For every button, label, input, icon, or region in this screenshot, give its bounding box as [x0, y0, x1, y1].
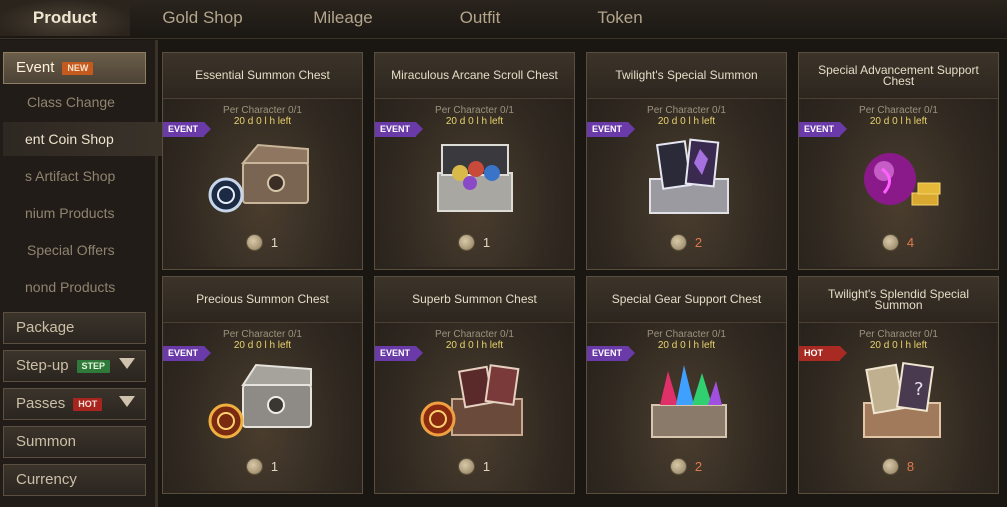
coin-icon [882, 459, 898, 475]
orb-gold-icon [864, 153, 941, 206]
product-title: Essential Summon Chest [163, 53, 362, 99]
price-value: 8 [906, 459, 915, 475]
sidebar-sub-diamond-products[interactable]: nond Products [3, 270, 175, 304]
chest-icon [208, 143, 309, 213]
purchase-limit: Per Character 0/1 [435, 329, 514, 340]
price-value: 1 [270, 459, 279, 475]
price: 1 [163, 458, 362, 475]
tab-mileage[interactable]: Mileage [283, 0, 403, 36]
sidebar-item-label: Passes [16, 395, 66, 412]
card-chest-icon: ? [863, 361, 941, 438]
purchase-limit: Per Character 0/1 [223, 105, 302, 116]
step-badge: STEP [76, 359, 111, 373]
product-grid: Essential Summon Chest Per Character 0/1… [162, 52, 1007, 507]
sidebar-item-event[interactable]: Event NEW [3, 52, 146, 84]
svg-text:?: ? [914, 379, 924, 400]
sidebar-item-label: Event [16, 59, 55, 76]
price: 2 [587, 458, 786, 475]
product-title: Special Gear Support Chest [587, 277, 786, 323]
sidebar-sub-class-change[interactable]: Class Change [3, 85, 177, 119]
purchase-limit: Per Character 0/1 [859, 105, 938, 116]
price-value: 1 [482, 235, 491, 251]
coin-icon [458, 459, 474, 475]
card-chest-icon [649, 138, 729, 214]
coin-icon [882, 235, 898, 251]
product-title: Miraculous Arcane Scroll Chest [375, 53, 574, 99]
chest-icon [208, 363, 312, 439]
sidebar: Event NEW Class Change ent Coin Shop s Ar… [0, 40, 175, 507]
price: 4 [799, 234, 998, 251]
product-title: Twilight's Splendid Special Summon [799, 277, 998, 323]
coin-icon [458, 235, 474, 251]
hot-badge: HOT [73, 397, 103, 411]
price: 2 [587, 234, 786, 251]
sidebar-item-label: Step-up [16, 357, 69, 374]
gem-chest-icon [651, 365, 727, 438]
price: 1 [163, 234, 362, 251]
purchase-limit: Per Character 0/1 [435, 105, 514, 116]
purchase-limit: Per Character 0/1 [647, 329, 726, 340]
product-card[interactable]: Superb Summon Chest Per Character 0/1 20… [374, 276, 575, 494]
price: 1 [375, 234, 574, 251]
product-card[interactable]: Essential Summon Chest Per Character 0/1… [162, 52, 363, 270]
tab-outfit[interactable]: Outfit [425, 0, 535, 36]
sidebar-item-package[interactable]: Package [3, 312, 146, 344]
purchase-limit: Per Character 0/1 [859, 329, 938, 340]
product-title: Superb Summon Chest [375, 277, 574, 323]
price: 1 [375, 458, 574, 475]
price-value: 2 [694, 459, 703, 475]
price-value: 2 [694, 235, 703, 251]
purchase-limit: Per Character 0/1 [647, 105, 726, 116]
product-card[interactable]: Special Advancement Support Chest Per Ch… [798, 52, 999, 270]
coin-icon [670, 459, 686, 475]
sidebar-sub-coin-shop[interactable]: ent Coin Shop [3, 122, 175, 156]
sidebar-sub-special-offers[interactable]: Special Offers [3, 233, 177, 267]
coin-icon [670, 235, 686, 251]
sidebar-item-summon[interactable]: Summon [3, 426, 146, 458]
coin-icon [246, 459, 262, 475]
product-title: Special Advancement Support Chest [799, 53, 998, 99]
sidebar-item-passes[interactable]: Passes HOT [3, 388, 146, 420]
product-card[interactable]: Precious Summon Chest Per Character 0/1 … [162, 276, 363, 494]
product-card[interactable]: Special Gear Support Chest Per Character… [586, 276, 787, 494]
product-card[interactable]: Twilight's Splendid Special Summon Per C… [798, 276, 999, 494]
tab-gold-shop[interactable]: Gold Shop [140, 0, 265, 36]
sidebar-item-stepup[interactable]: Step-up STEP [3, 350, 146, 382]
scroll-chest-icon [437, 144, 513, 212]
top-tab-bar: Product Gold Shop Mileage Outfit Token [0, 0, 1007, 39]
product-title: Twilight's Special Summon [587, 53, 786, 99]
price: 8 [799, 458, 998, 475]
card-chest-icon [420, 364, 523, 437]
price-value: 4 [906, 235, 915, 251]
purchase-limit: Per Character 0/1 [223, 329, 302, 340]
chevron-down-icon[interactable] [119, 358, 135, 369]
tab-token[interactable]: Token [565, 0, 675, 36]
coin-icon [246, 235, 262, 251]
tab-product[interactable]: Product [0, 0, 130, 36]
product-card[interactable]: Twilight's Special Summon Per Character … [586, 52, 787, 270]
price-value: 1 [482, 459, 491, 475]
product-title: Precious Summon Chest [163, 277, 362, 323]
chevron-down-icon[interactable] [119, 396, 135, 407]
product-card[interactable]: Miraculous Arcane Scroll Chest Per Chara… [374, 52, 575, 270]
sidebar-sub-premium-products[interactable]: nium Products [3, 196, 175, 230]
price-value: 1 [270, 235, 279, 251]
new-badge: NEW [62, 61, 94, 75]
sidebar-item-currency[interactable]: Currency [3, 464, 146, 496]
sidebar-sub-artifact-shop[interactable]: s Artifact Shop [3, 159, 175, 193]
